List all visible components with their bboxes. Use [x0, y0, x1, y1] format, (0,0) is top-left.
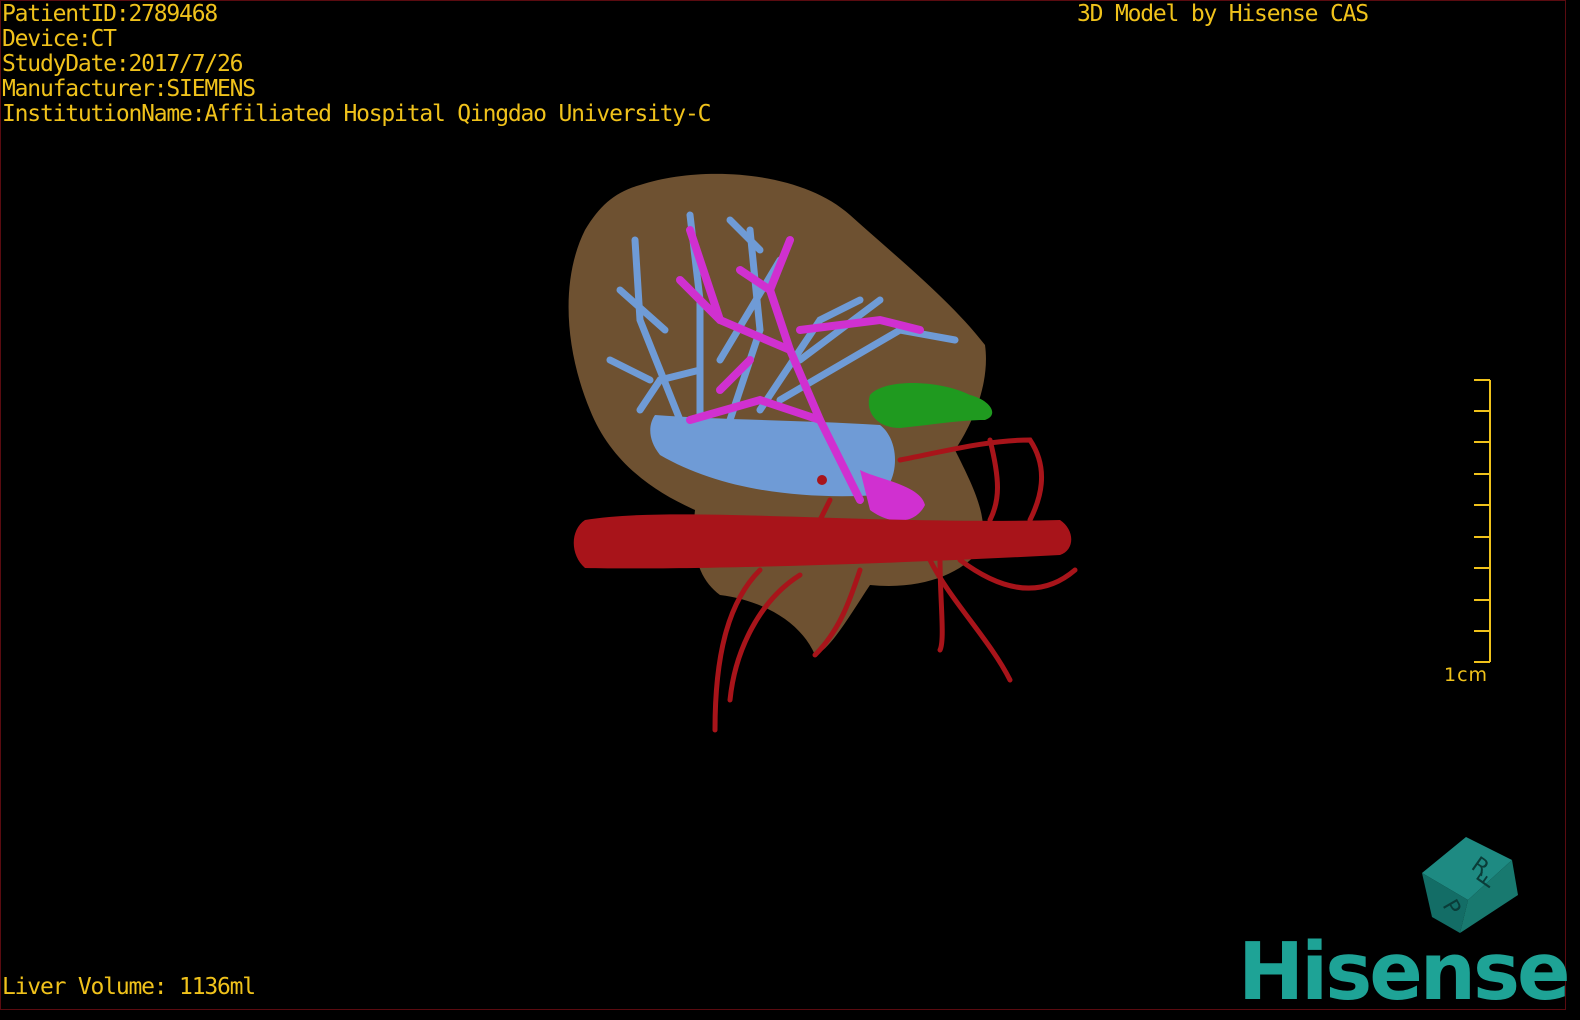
- manufacturer-label: Manufacturer:SIEMENS: [2, 76, 256, 102]
- liver-volume-label: Liver Volume: 1136ml: [2, 974, 256, 1000]
- study-date-label: StudyDate:2017/7/26: [2, 51, 243, 77]
- device-label: Device:CT: [2, 26, 117, 52]
- scale-bar-label: 1cm: [1444, 664, 1489, 686]
- hisense-logo: Hisense: [1238, 926, 1571, 1018]
- orientation-cube-icon[interactable]: R F P: [0, 0, 1580, 1020]
- institution-label: InstitutionName:Affiliated Hospital Qing…: [2, 101, 711, 127]
- patient-id-label: PatientID:2789468: [2, 1, 218, 27]
- brand-caption: 3D Model by Hisense CAS: [1077, 1, 1369, 27]
- study-info-panel: PatientID:2789468 Device:CT StudyDate:20…: [2, 1, 711, 127]
